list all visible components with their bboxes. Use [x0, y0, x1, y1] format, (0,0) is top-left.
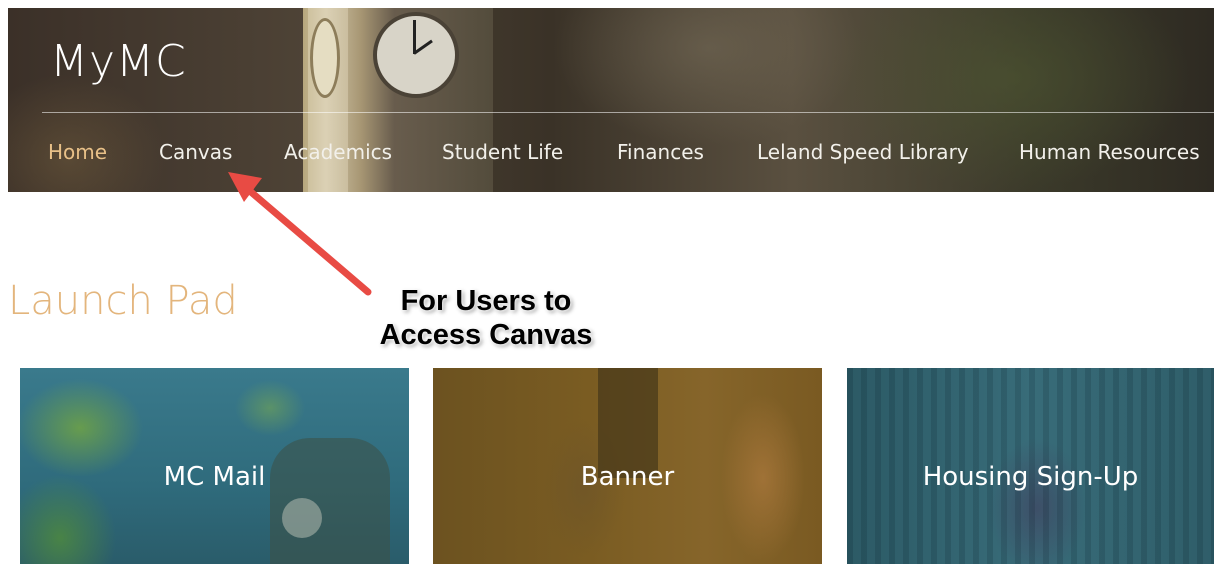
nav-student-life[interactable]: Student Life: [442, 140, 563, 164]
nav-academics[interactable]: Academics: [284, 140, 392, 164]
header-divider: [42, 112, 1214, 113]
tile-banner[interactable]: Banner: [433, 368, 822, 564]
nav-human-resources[interactable]: Human Resources: [1019, 140, 1200, 164]
clock-face: [373, 12, 459, 98]
site-header: [8, 8, 1214, 192]
tile-label: Banner: [580, 462, 675, 492]
callout-line: Access Canvas: [379, 319, 593, 351]
side-clock-face: [310, 18, 340, 98]
launch-pad-title: Launch Pad: [8, 278, 238, 324]
nav-leland-speed-library[interactable]: Leland Speed Library: [757, 140, 969, 164]
arrow-shaft: [240, 182, 372, 296]
nav-finances[interactable]: Finances: [617, 140, 704, 164]
tile-background-image: [282, 498, 322, 538]
tile-background-image: [270, 438, 390, 564]
nav-home[interactable]: Home: [48, 140, 107, 164]
callout-line: For Users to: [400, 285, 572, 317]
annotation-callout: For Users to Access Canvas: [356, 284, 616, 352]
tile-label: Housing Sign-Up: [922, 462, 1139, 492]
tile-label: MC Mail: [163, 462, 266, 492]
tile-housing-sign-up[interactable]: Housing Sign-Up: [847, 368, 1214, 564]
site-logo[interactable]: MyMC: [50, 36, 187, 87]
tile-mc-mail[interactable]: MC Mail: [20, 368, 409, 564]
nav-canvas[interactable]: Canvas: [159, 140, 232, 164]
